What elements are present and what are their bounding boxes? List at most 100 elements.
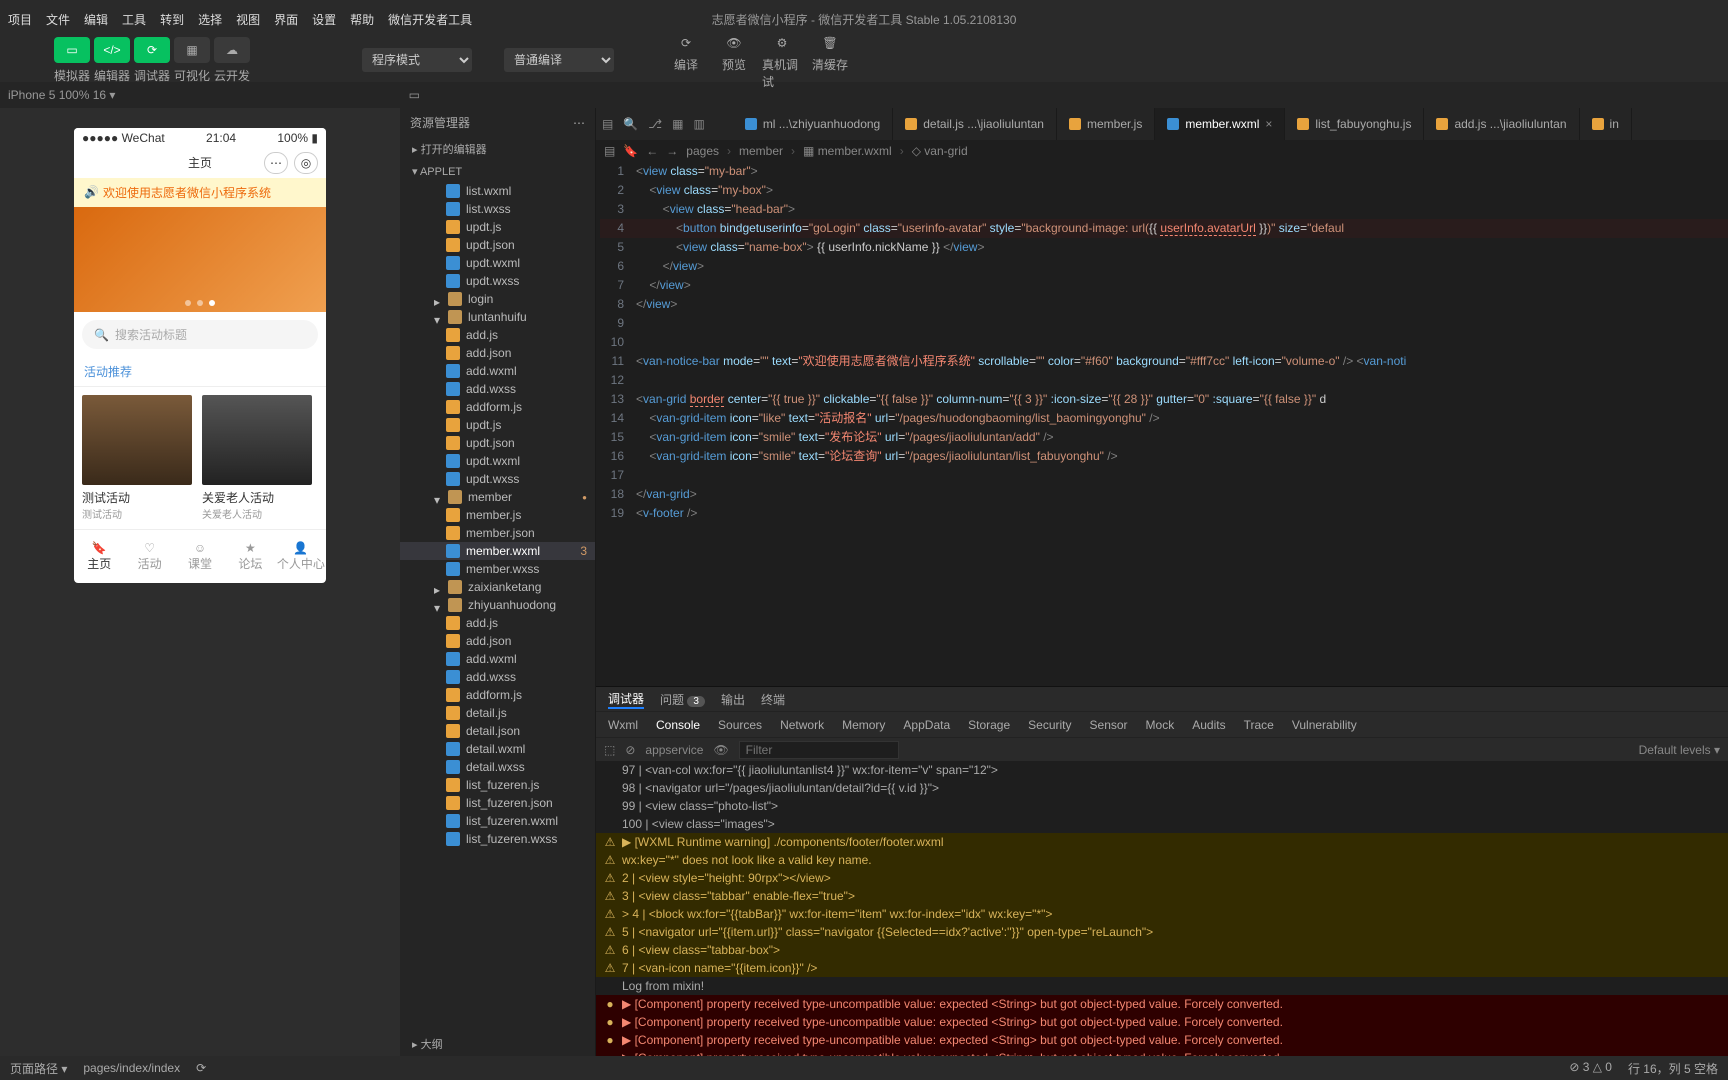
file-item[interactable]: add.js bbox=[400, 614, 595, 632]
file-item[interactable]: detail.wxss bbox=[400, 758, 595, 776]
clearcache-button[interactable]: 🗑 bbox=[812, 30, 848, 56]
file-item[interactable]: updt.js bbox=[400, 218, 595, 236]
file-item[interactable]: add.wxml bbox=[400, 362, 595, 380]
file-item[interactable]: list_fuzeren.json bbox=[400, 794, 595, 812]
cloud-button[interactable]: ☁ bbox=[214, 37, 250, 63]
editor-tab[interactable]: ml ...\zhiyuanhuodong bbox=[733, 108, 893, 140]
outline-section[interactable]: ▸ 大纲 bbox=[400, 1032, 595, 1056]
swiper[interactable] bbox=[74, 207, 326, 312]
dev-subtab-vulnerability[interactable]: Vulnerability bbox=[1292, 718, 1357, 732]
file-item[interactable]: updt.wxss bbox=[400, 470, 595, 488]
clear-icon[interactable]: ⊘ bbox=[625, 743, 635, 757]
lncol-label[interactable]: 行 16，列 5 空格 bbox=[1628, 1060, 1718, 1077]
file-item[interactable]: list.wxml bbox=[400, 182, 595, 200]
dev-subtab-trace[interactable]: Trace bbox=[1244, 718, 1274, 732]
file-item[interactable]: list_fuzeren.js bbox=[400, 776, 595, 794]
dev-tab-output[interactable]: 输出 bbox=[721, 691, 745, 708]
file-item[interactable]: detail.wxml bbox=[400, 740, 595, 758]
compile-button[interactable]: ⟳ bbox=[668, 30, 704, 56]
device-label[interactable]: iPhone 5 100% 16 ▾ bbox=[8, 88, 115, 102]
bc-item[interactable]: pages bbox=[686, 144, 719, 158]
file-item[interactable]: updt.wxml bbox=[400, 254, 595, 272]
inspect-icon[interactable]: ⬚ bbox=[604, 743, 615, 757]
bc-fwd[interactable]: → bbox=[666, 144, 678, 158]
file-item[interactable]: updt.js bbox=[400, 416, 595, 434]
menu-project[interactable]: 项目 bbox=[8, 11, 32, 28]
folder-item[interactable]: ▾member bbox=[400, 488, 595, 506]
tab-profile[interactable]: 👤个人中心 bbox=[276, 530, 326, 583]
file-item[interactable]: list_fuzeren.wxml bbox=[400, 812, 595, 830]
file-item[interactable]: updt.wxss bbox=[400, 272, 595, 290]
file-item[interactable]: add.wxml bbox=[400, 650, 595, 668]
bc-back[interactable]: ← bbox=[646, 144, 658, 158]
file-item[interactable]: add.js bbox=[400, 326, 595, 344]
filter-input[interactable] bbox=[739, 741, 899, 759]
menu-goto[interactable]: 转到 bbox=[160, 11, 184, 28]
tab-class[interactable]: ☺课堂 bbox=[175, 530, 225, 583]
dev-subtab-memory[interactable]: Memory bbox=[842, 718, 885, 732]
realdevice-button[interactable]: ⚙ bbox=[764, 30, 800, 56]
file-item[interactable]: member.wxml3 bbox=[400, 542, 595, 560]
folder-item[interactable]: ▸login bbox=[400, 290, 595, 308]
file-item[interactable]: member.js bbox=[400, 506, 595, 524]
split-icon[interactable]: ▥ bbox=[693, 117, 704, 131]
menu-tool[interactable]: 工具 bbox=[122, 11, 146, 28]
eye-icon[interactable]: 👁 bbox=[713, 743, 728, 757]
debugger-button[interactable]: ⟳ bbox=[134, 37, 170, 63]
more-icon[interactable]: ⋯ bbox=[573, 116, 585, 130]
dev-tab-problems[interactable]: 问题 3 bbox=[660, 691, 705, 708]
file-item[interactable]: addform.js bbox=[400, 398, 595, 416]
dev-subtab-mock[interactable]: Mock bbox=[1146, 718, 1175, 732]
card-item[interactable]: 关爱老人活动 关爱老人活动 bbox=[202, 395, 312, 521]
dev-subtab-network[interactable]: Network bbox=[780, 718, 824, 732]
code-editor[interactable]: 1<view class="my-bar">2 <view class="my-… bbox=[596, 162, 1728, 686]
open-editors-section[interactable]: ▸ 打开的编辑器 bbox=[400, 137, 595, 161]
dev-subtab-sources[interactable]: Sources bbox=[718, 718, 762, 732]
capsule-close[interactable]: ◎ bbox=[294, 152, 318, 174]
file-item[interactable]: add.json bbox=[400, 344, 595, 362]
folder-item[interactable]: ▾zhiyuanhuodong bbox=[400, 596, 595, 614]
editor-tab[interactable]: detail.js ...\jiaoliuluntan bbox=[893, 108, 1057, 140]
bc-item[interactable]: member bbox=[739, 144, 783, 158]
menu-help[interactable]: 帮助 bbox=[350, 11, 374, 28]
dev-tab-terminal[interactable]: 终端 bbox=[761, 691, 785, 708]
file-item[interactable]: add.wxss bbox=[400, 668, 595, 686]
bc-bookmark-icon[interactable]: 🔖 bbox=[623, 144, 638, 158]
context-select[interactable]: appservice bbox=[645, 743, 703, 757]
levels-select[interactable]: Default levels ▾ bbox=[1639, 743, 1720, 757]
explorer-icon[interactable]: ▤ bbox=[602, 117, 613, 131]
file-item[interactable]: member.wxss bbox=[400, 560, 595, 578]
console-output[interactable]: 97 | <van-col wx:for="{{ jiaoliuluntanli… bbox=[596, 761, 1728, 1056]
file-item[interactable]: updt.wxml bbox=[400, 452, 595, 470]
errors-label[interactable]: ⊘ 3 △ 0 bbox=[1569, 1060, 1612, 1077]
file-item[interactable]: updt.json bbox=[400, 434, 595, 452]
menu-file[interactable]: 文件 bbox=[46, 11, 70, 28]
search-input[interactable]: 🔍 搜索活动标题 bbox=[82, 320, 318, 349]
card-item[interactable]: 测试活动 测试活动 bbox=[82, 395, 192, 521]
path-value[interactable]: pages/index/index bbox=[83, 1061, 180, 1075]
tab-forum[interactable]: ★论坛 bbox=[225, 530, 275, 583]
editor-tab[interactable]: list_fabuyonghu.js bbox=[1285, 108, 1424, 140]
screenshot-icon[interactable]: ▭ bbox=[409, 88, 420, 102]
menu-interface[interactable]: 界面 bbox=[274, 11, 298, 28]
editor-tab[interactable]: member.js bbox=[1057, 108, 1155, 140]
dev-subtab-sensor[interactable]: Sensor bbox=[1090, 718, 1128, 732]
menu-wxdevtool[interactable]: 微信开发者工具 bbox=[388, 11, 472, 28]
sync-icon[interactable]: ⟳ bbox=[196, 1061, 206, 1075]
bc-icon[interactable]: ▤ bbox=[604, 144, 615, 158]
search-icon[interactable]: 🔍 bbox=[623, 117, 638, 131]
menu-settings[interactable]: 设置 bbox=[312, 11, 336, 28]
menu-select[interactable]: 选择 bbox=[198, 11, 222, 28]
bc-item[interactable]: ◇ van-grid bbox=[912, 144, 968, 158]
dev-subtab-audits[interactable]: Audits bbox=[1192, 718, 1225, 732]
folder-item[interactable]: ▸zaixianketang bbox=[400, 578, 595, 596]
tab-home[interactable]: 🔖主页 bbox=[74, 530, 124, 583]
file-item[interactable]: addform.js bbox=[400, 686, 595, 704]
file-item[interactable]: add.json bbox=[400, 632, 595, 650]
dev-subtab-security[interactable]: Security bbox=[1028, 718, 1071, 732]
simulator-button[interactable]: ▭ bbox=[54, 37, 90, 63]
applet-section[interactable]: ▾ APPLET bbox=[400, 161, 595, 182]
mode-select[interactable]: 程序模式 bbox=[362, 48, 472, 72]
editor-button[interactable]: </> bbox=[94, 37, 130, 63]
file-item[interactable]: list_fuzeren.wxss bbox=[400, 830, 595, 848]
